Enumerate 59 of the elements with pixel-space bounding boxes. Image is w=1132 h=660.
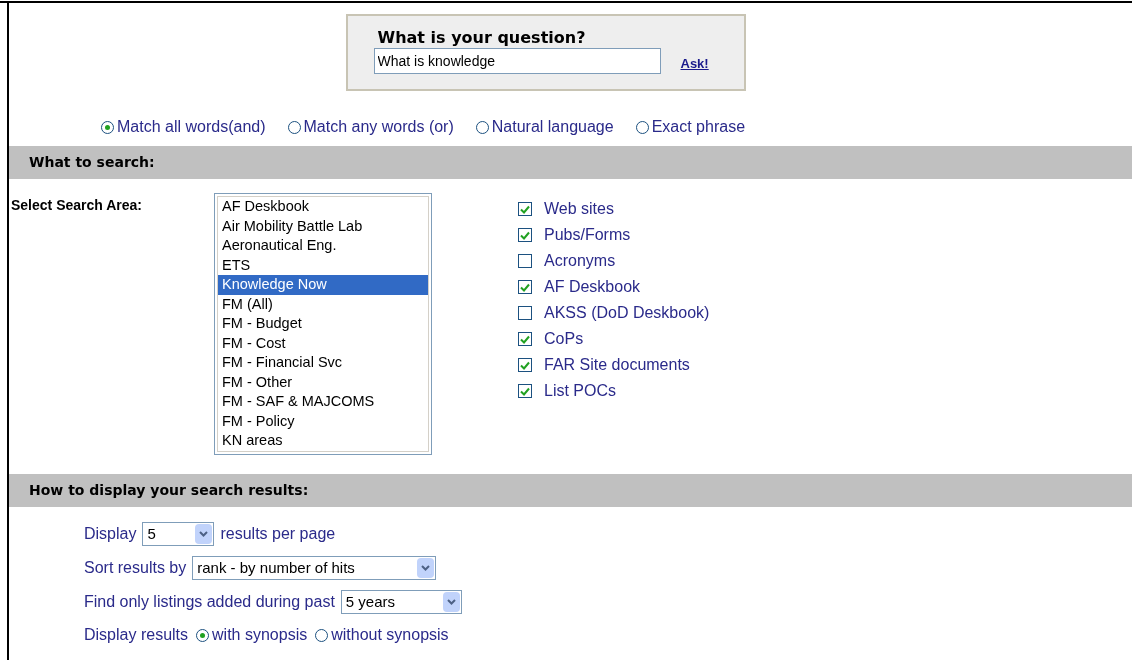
section-title: What to search:	[29, 153, 155, 172]
list-option[interactable]: ETS	[218, 255, 428, 275]
ask-link[interactable]: Ask!	[680, 53, 709, 74]
list-option[interactable]: KN areas	[218, 431, 428, 451]
caret-icon	[417, 558, 435, 578]
search-area-list[interactable]: AF Deskbook Air Mobility Battle Lab Aeronautical Eng. ETS Knowledge Now FM (All) FM - Budget FM - Cost FM - Financial Svc FM - Other FM - SAF & MAJCOMS FM - Policy KN areas	[214, 193, 432, 455]
checkbox[interactable]	[518, 358, 532, 372]
radio-button[interactable]	[315, 628, 329, 642]
checkbox-label[interactable]: List POCs	[544, 379, 616, 403]
radio-button[interactable]	[287, 120, 301, 134]
section-title: How to display your search results:	[29, 481, 309, 500]
list-option[interactable]: FM - Budget	[218, 314, 428, 334]
list-option[interactable]: FM - Financial Svc	[218, 353, 428, 373]
checkbox-label[interactable]: AF Deskbook	[544, 275, 641, 299]
radio-label[interactable]: with synopsis	[212, 623, 308, 647]
list-option[interactable]: Knowledge Now	[218, 275, 428, 295]
checkbox[interactable]	[518, 332, 532, 346]
checkbox-label[interactable]: Pubs/Forms	[544, 223, 631, 247]
question-title: What is your question?	[376, 28, 587, 48]
display-label: Display	[84, 524, 137, 544]
radio-label[interactable]: Natural language	[491, 115, 614, 139]
caret-icon	[442, 592, 460, 612]
list-option[interactable]: FM - Policy	[218, 411, 428, 431]
radio-button[interactable]	[635, 120, 649, 134]
checkbox[interactable]	[518, 306, 532, 320]
checkbox-label[interactable]: FAR Site documents	[544, 353, 690, 377]
list-option[interactable]: FM - Cost	[218, 333, 428, 353]
radio-label[interactable]: Exact phrase	[651, 115, 746, 139]
radio-label[interactable]: Match all words(and)	[117, 115, 266, 139]
radio-label[interactable]: without synopsis	[331, 623, 449, 647]
checkbox-label[interactable]: Acronyms	[544, 249, 616, 273]
radio-button[interactable]	[101, 120, 114, 134]
display-label: results per page	[220, 524, 336, 544]
caret-icon	[195, 524, 213, 544]
radio-button[interactable]	[475, 120, 489, 134]
checkbox[interactable]	[518, 254, 532, 268]
question-field[interactable]: What is knowledge	[373, 48, 661, 74]
sort-label: Sort results by	[84, 558, 187, 578]
checkbox[interactable]	[518, 202, 532, 216]
radio-button[interactable]	[196, 628, 210, 642]
list-option[interactable]: AF Deskbook	[218, 197, 428, 217]
period-dropdown[interactable]: 5 years	[340, 590, 462, 614]
list-option[interactable]: FM - SAF & MAJCOMS	[218, 392, 428, 412]
synopsis-label: Display results	[84, 625, 189, 645]
list-option[interactable]: FM (All)	[218, 294, 428, 314]
sort-dropdown[interactable]: rank - by number of hits	[192, 556, 437, 580]
checkbox[interactable]	[518, 228, 532, 242]
list-option[interactable]: FM - Other	[218, 372, 428, 392]
radio-label[interactable]: Match any words (or)	[303, 115, 454, 139]
results-per-page-dropdown[interactable]: 5	[142, 522, 215, 546]
period-label: Find only listings added during past	[84, 592, 335, 612]
list-option[interactable]: Air Mobility Battle Lab	[218, 216, 428, 236]
list-option[interactable]: Aeronautical Eng.	[218, 236, 428, 256]
checkbox-label[interactable]: CoPs	[544, 327, 584, 351]
checkbox[interactable]	[518, 280, 532, 294]
checkbox-label[interactable]: AKSS (DoD Deskbook)	[544, 301, 710, 325]
search-area-label: Select Search Area:	[10, 196, 143, 215]
checkbox-label[interactable]: Web sites	[544, 197, 614, 221]
checkbox[interactable]	[518, 384, 532, 398]
